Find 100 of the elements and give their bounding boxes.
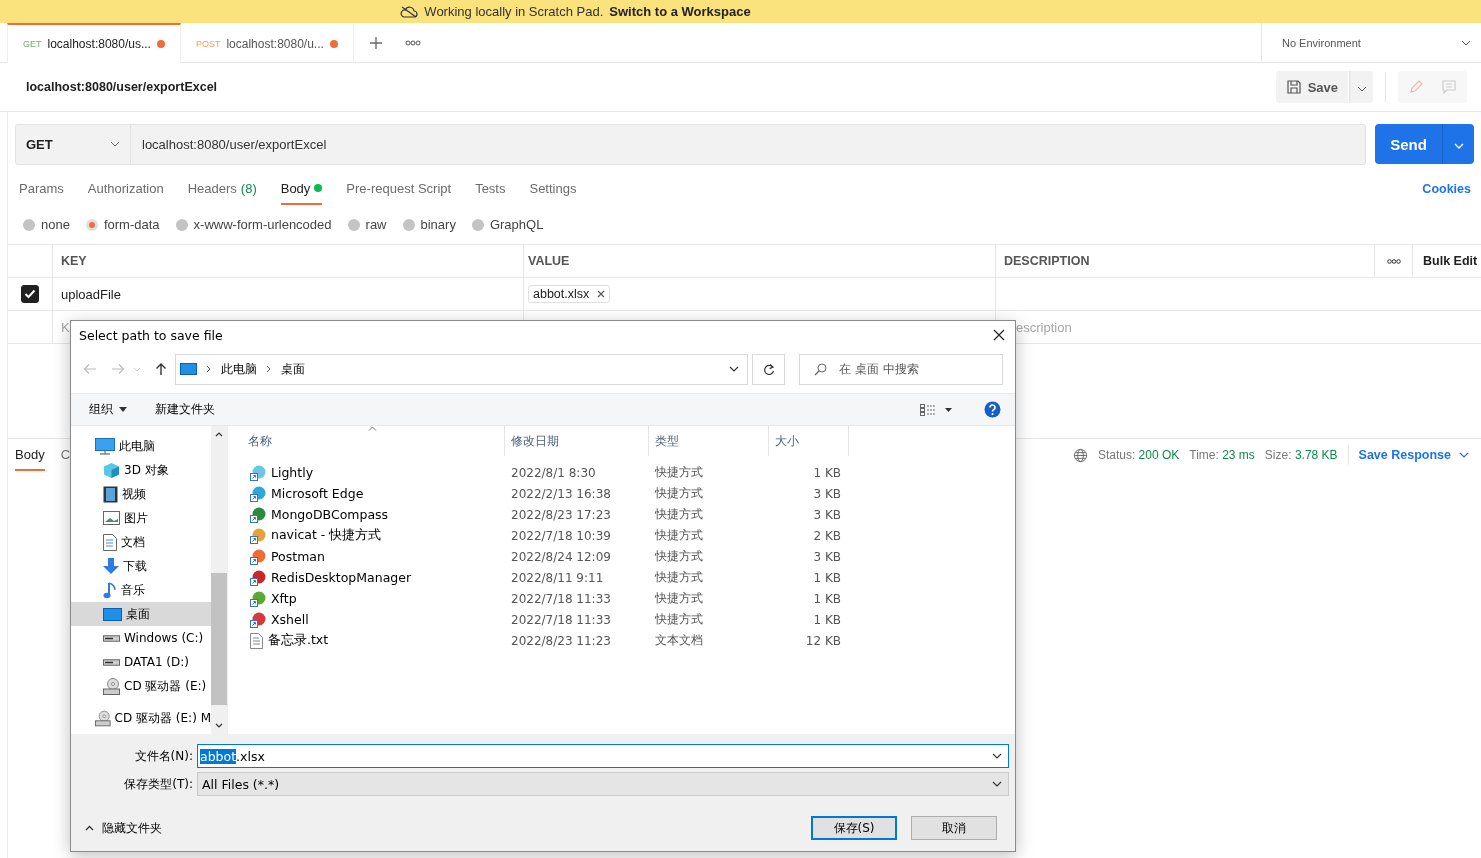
chevron-right-icon (206, 365, 212, 373)
navigation-item[interactable]: 文档 (71, 530, 211, 554)
modified-date: 2022/8/24 12:09 (510, 548, 612, 566)
save-button[interactable]: 保存(S) (811, 816, 897, 840)
close-icon[interactable] (993, 329, 1005, 341)
navigation-item[interactable]: 此电脑 (71, 434, 211, 458)
request-name: localhost:8080/user/exportExcel (26, 80, 218, 94)
cancel-button[interactable]: 取消 (911, 816, 997, 840)
file-name[interactable]: Xftp (242, 588, 505, 609)
save-response-button[interactable]: Save Response (1358, 448, 1469, 462)
column-header[interactable]: 名称 (242, 426, 505, 456)
response-tab[interactable]: C (60, 439, 71, 471)
hide-folders-toggle[interactable]: 隐藏文件夹 (85, 819, 162, 837)
file-name[interactable]: RedisDesktopManager (242, 567, 505, 588)
more-icon[interactable] (1386, 258, 1401, 264)
modified-date: 2022/7/18 10:39 (510, 527, 612, 545)
navigation-item[interactable]: 视频 (71, 482, 211, 506)
view-options-icon[interactable] (920, 403, 952, 416)
workspace-link[interactable]: Switch to a Workspace (609, 4, 751, 19)
more-icon[interactable] (404, 39, 421, 46)
file-size: 3 KB (812, 485, 842, 503)
request-option-tab[interactable]: Settings (529, 173, 577, 205)
send-button[interactable]: Send (1375, 124, 1442, 164)
column-header[interactable]: 修改日期 (505, 426, 649, 456)
file-size: 1 KB (812, 464, 842, 482)
filename-field[interactable]: abbot.xlsx (197, 744, 1009, 768)
file-name[interactable]: Postman (242, 546, 505, 567)
navigation-item[interactable]: 图片 (71, 506, 211, 530)
cloud-off-icon (400, 5, 419, 18)
body-mode-radio[interactable]: GraphQL (471, 217, 544, 232)
navigation-item[interactable]: DATA1 (D:) (71, 650, 211, 674)
scrollbar[interactable] (211, 426, 227, 734)
navigation-item[interactable]: CD 驱动器 (E:) (71, 674, 211, 698)
navigation-item[interactable]: CD 驱动器 (E:) M (71, 706, 211, 730)
disc-drive-icon (95, 709, 111, 727)
file-type: 快捷方式 (654, 506, 704, 523)
size-readout: Size: 3.78 KB (1264, 448, 1338, 462)
key-cell[interactable]: uploadFile (52, 278, 523, 310)
chevron-down-icon[interactable] (992, 753, 1002, 759)
response-tab[interactable]: Body (15, 439, 45, 471)
remove-icon[interactable] (597, 290, 606, 298)
scroll-down-icon[interactable] (215, 723, 223, 728)
body-mode-radio[interactable]: form-data (85, 217, 160, 232)
new-folder-button[interactable]: 新建文件夹 (155, 401, 215, 418)
file-name[interactable]: Lightly (242, 462, 505, 483)
file-size: 1 KB (812, 590, 842, 608)
file-size: 3 KB (812, 506, 842, 524)
body-mode-radio[interactable]: x-www-form-urlencoded (175, 217, 332, 232)
navigation-item[interactable]: 音乐 (71, 578, 211, 602)
save-button[interactable]: Save (1275, 71, 1348, 103)
column-header: VALUE (523, 245, 995, 277)
file-name[interactable]: navicat - 快捷方式 (242, 525, 505, 546)
request-option-tab[interactable]: Params (19, 173, 64, 205)
up-arrow-icon[interactable] (155, 362, 167, 376)
body-mode-radio[interactable]: none (23, 217, 70, 232)
cookies-link[interactable]: Cookies (1422, 182, 1471, 196)
refresh-button[interactable] (752, 353, 785, 385)
file-type: 文本文档 (654, 632, 704, 649)
file-name[interactable]: MongoDBCompass (242, 504, 505, 525)
navigation-item[interactable]: 下载 (71, 554, 211, 578)
organize-menu[interactable]: 组织 (89, 401, 127, 418)
column-header[interactable]: 类型 (649, 426, 769, 456)
caret-down-icon (119, 407, 127, 412)
file-type-select[interactable]: All Files (*.*) (197, 772, 1009, 796)
file-size: 12 KB (804, 632, 842, 650)
address-bar[interactable]: 此电脑 桌面 (175, 353, 748, 385)
navigation-item[interactable]: 3D 对象 (71, 458, 211, 482)
navigation-item[interactable]: 桌面 (71, 602, 211, 626)
body-mode-radio[interactable]: raw (347, 217, 387, 232)
file-name[interactable]: 备忘录.txt (242, 630, 505, 651)
checkbox[interactable] (21, 285, 39, 303)
search-field[interactable]: 在 桌面 中搜索 (799, 353, 1003, 385)
request-option-tab[interactable]: Body (280, 173, 323, 205)
request-tab[interactable]: GET localhost:8080/us... (7, 22, 181, 63)
file-type: 快捷方式 (654, 485, 704, 502)
cube-icon (103, 461, 120, 479)
body-mode-radio[interactable]: binary (402, 217, 456, 232)
navigation-item[interactable]: Windows (C:) (71, 626, 211, 650)
plus-icon[interactable] (368, 35, 383, 50)
column-header: KEY (52, 245, 523, 277)
environment-select[interactable]: No Environment (1261, 22, 1481, 63)
drive-icon (103, 634, 120, 642)
request-option-tab[interactable]: Tests (475, 173, 506, 205)
help-icon[interactable] (984, 401, 1001, 418)
chevron-down-icon (1453, 142, 1464, 149)
file-name[interactable]: Microsoft Edge (242, 483, 505, 504)
file-size: 3 KB (812, 548, 842, 566)
send-dropdown[interactable] (1442, 124, 1474, 164)
file-name[interactable]: Xshell (242, 609, 505, 630)
request-option-tab[interactable]: Pre-request Script (346, 173, 452, 205)
bulk-edit-button[interactable]: Bulk Edit (1412, 245, 1481, 277)
request-option-tab[interactable]: Authorization (87, 173, 164, 205)
column-header[interactable]: 大小 (769, 426, 849, 456)
chevron-down-icon[interactable] (729, 366, 739, 372)
request-tab[interactable]: POST localhost:8080/u... (180, 22, 354, 63)
globe-icon[interactable] (1072, 447, 1088, 463)
scroll-up-icon[interactable] (215, 432, 223, 437)
request-option-tab[interactable]: Headers (8) (187, 173, 257, 205)
film-icon (103, 485, 118, 503)
computer-icon (180, 363, 197, 375)
